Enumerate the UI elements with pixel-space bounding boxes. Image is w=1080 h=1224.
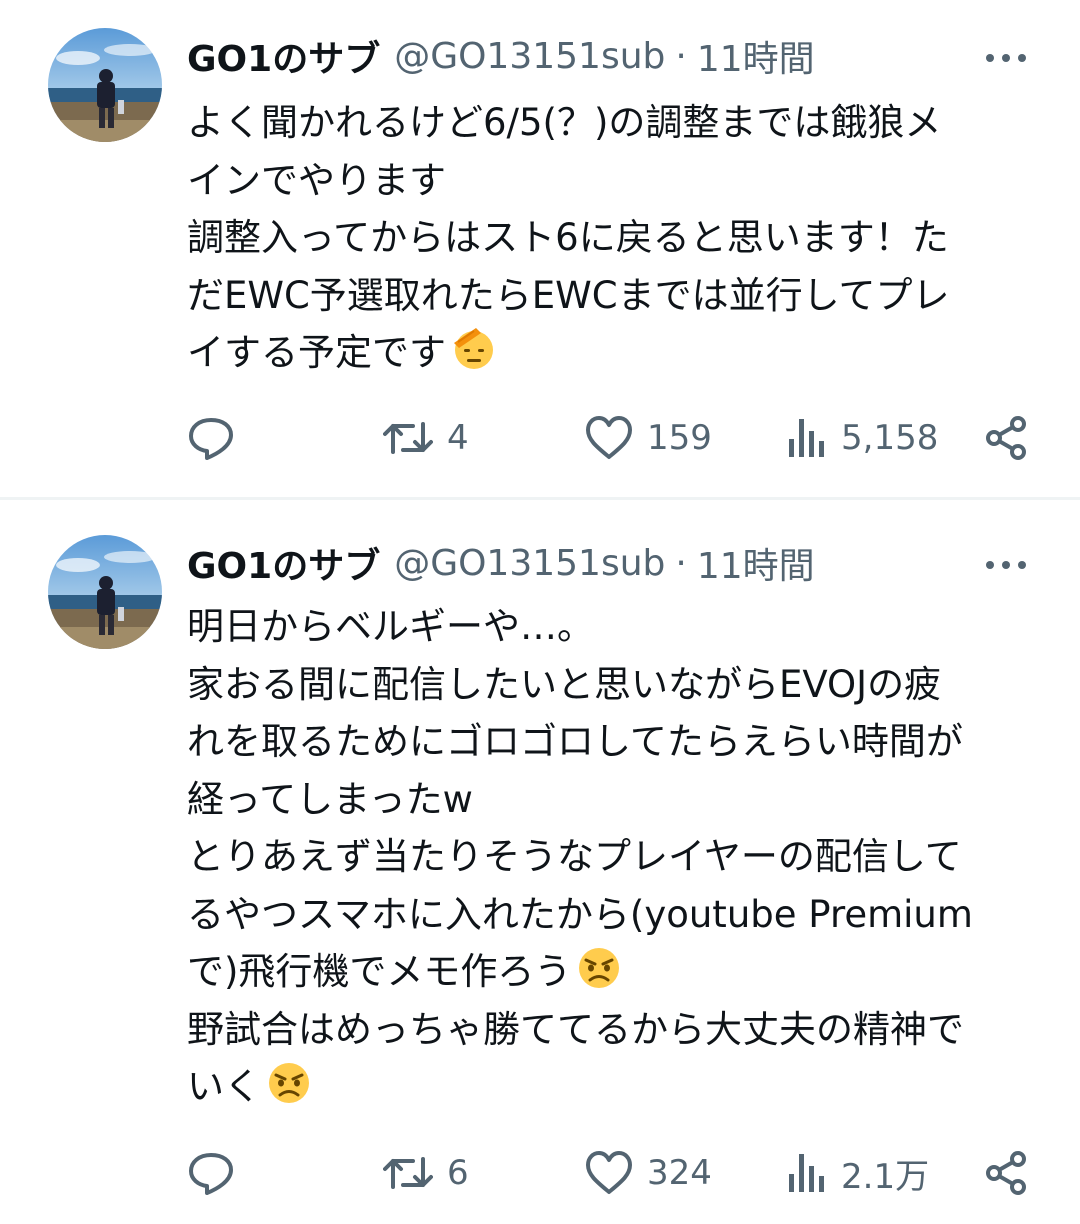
views-chart-icon <box>789 1154 824 1192</box>
tweet-header: GO1のサブ @GO13151sub · 11時間 <box>187 28 815 84</box>
reply-button[interactable] <box>187 413 235 463</box>
tweet-text-line: よく聞かれるけど6/5(？)の調整までは餓狼メ <box>187 101 942 144</box>
tweet-text-line: れを取るためにゴロゴロしてたらえらい時間が <box>187 720 963 763</box>
heart-icon <box>586 416 632 459</box>
retweet-count: 6 <box>447 1153 469 1193</box>
tweet-text-line: とりあえず当たりそうなプレイヤーの配信して <box>187 835 962 878</box>
reply-icon <box>189 418 233 460</box>
tweet-text-line-content: で)飛行機でメモ作ろう <box>187 950 572 993</box>
tweet-text-line: るやつスマホに入れたから(youtube Premium <box>187 892 973 936</box>
share-button[interactable] <box>984 413 1028 463</box>
views-button[interactable]: 2.1万 <box>787 1148 929 1198</box>
retweet-count: 4 <box>447 418 469 458</box>
tweet-text-line: 調整入ってからはスト6に戻ると思います！た <box>187 216 949 259</box>
tweet-text-line: 経ってしまったw <box>187 777 473 821</box>
timestamp[interactable]: 11時間 <box>697 537 815 589</box>
share-button[interactable] <box>984 1148 1028 1198</box>
view-count: 2.1万 <box>841 1156 930 1197</box>
tweet-text-line: で)飛行機でメモ作ろう <box>187 943 1037 1001</box>
share-icon <box>986 1151 1026 1195</box>
tweet-text-line: インでやります <box>187 158 446 202</box>
tweet-text-line: 野試合はめっちゃ勝ててるから大丈夫の精神で <box>187 1007 964 1051</box>
tweet-actions: 4 159 5,158 <box>187 413 1028 463</box>
views-chart-icon <box>789 419 824 457</box>
angry-face-icon <box>579 948 620 988</box>
tweet-text-line-content: イする予定です <box>187 331 446 374</box>
tweet-actions: 6 324 2.1万 <box>187 1148 1028 1198</box>
avatar[interactable] <box>48 535 162 649</box>
tweet-text-line: 家おる間に配信したいと思いながらEVOJの疲 <box>187 662 942 706</box>
views-button[interactable]: 5,158 <box>787 413 938 463</box>
retweet-icon <box>383 422 433 454</box>
tweet-text-line-content: いく <box>187 1065 261 1108</box>
reply-button[interactable] <box>187 1148 235 1198</box>
like-count: 159 <box>647 418 712 458</box>
separator-dot: · <box>675 542 687 584</box>
retweet-button[interactable]: 4 <box>383 413 469 463</box>
tweet-header: GO1のサブ @GO13151sub · 11時間 <box>187 535 815 591</box>
retweet-button[interactable]: 6 <box>383 1148 469 1198</box>
tweet-text-line: イする予定です <box>187 324 1037 382</box>
share-icon <box>986 416 1026 460</box>
separator-dot: · <box>675 35 687 77</box>
tweet-text-line: いく <box>187 1058 1037 1116</box>
timestamp[interactable]: 11時間 <box>697 30 815 82</box>
tweet[interactable]: GO1のサブ @GO13151sub · 11時間 よく聞かれるけど6/5(？)… <box>0 0 1080 497</box>
tweet-text: よく聞かれるけど6/5(？)の調整までは餓狼メ インでやります 調整入ってからは… <box>187 94 1037 382</box>
tweet-divider <box>0 497 1080 500</box>
more-options-icon[interactable] <box>986 48 1026 68</box>
more-options-icon[interactable] <box>986 555 1026 575</box>
like-button[interactable]: 159 <box>585 413 712 463</box>
view-count: 5,158 <box>841 418 939 458</box>
saluting-face-icon <box>454 328 493 369</box>
like-button[interactable]: 324 <box>585 1148 712 1198</box>
display-name[interactable]: GO1のサブ <box>187 30 380 82</box>
handle[interactable]: @GO13151sub <box>394 36 665 77</box>
display-name[interactable]: GO1のサブ <box>187 537 380 589</box>
reply-icon <box>189 1153 233 1195</box>
tweet-text-line: 明日からベルギーや…。 <box>187 605 594 648</box>
retweet-icon <box>383 1157 433 1189</box>
like-count: 324 <box>647 1153 712 1193</box>
angry-face-icon <box>269 1063 309 1103</box>
tweet-text: 明日からベルギーや…。 家おる間に配信したいと思いながらEVOJの疲 れを取るた… <box>187 598 1037 1116</box>
heart-icon <box>586 1151 632 1194</box>
tweet-text-line: だEWC予選取れたらEWCまでは並行してプレ <box>187 273 950 317</box>
handle[interactable]: @GO13151sub <box>394 543 665 584</box>
avatar[interactable] <box>48 28 162 142</box>
